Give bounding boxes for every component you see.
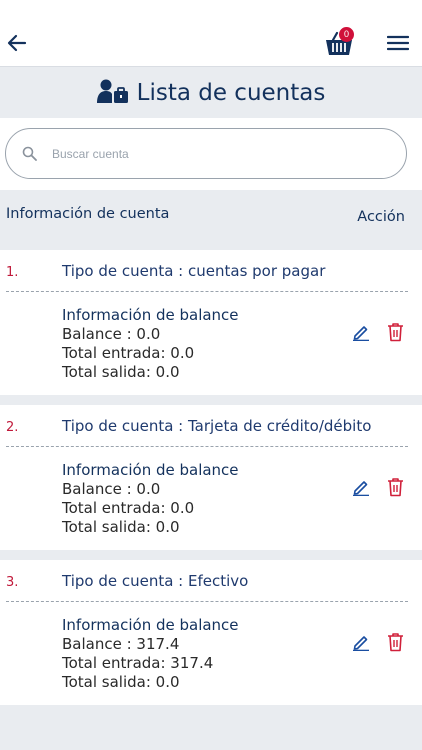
column-header-info: Información de cuenta xyxy=(6,206,170,222)
table-header: Información de cuenta Acción xyxy=(0,190,422,250)
total-out-value: Total salida: 0.0 xyxy=(62,518,180,536)
total-in-value: Total entrada: 0.0 xyxy=(62,344,195,362)
top-app-bar: 0 xyxy=(0,0,422,67)
page-title-bar: Lista de cuentas xyxy=(0,68,422,118)
search-icon xyxy=(22,146,37,161)
balance-value: Balance : 0.0 xyxy=(62,480,161,498)
dashed-divider xyxy=(6,446,408,447)
balance-title: Información de balance xyxy=(62,306,239,324)
account-card: 1. Tipo de cuenta : cuentas por pagar In… xyxy=(0,250,422,395)
account-index: 3. xyxy=(6,575,19,590)
balance-value: Balance : 0.0 xyxy=(62,325,161,343)
account-index: 2. xyxy=(6,420,19,435)
user-briefcase-icon xyxy=(96,79,128,103)
trash-icon[interactable] xyxy=(387,322,404,342)
total-out-value: Total salida: 0.0 xyxy=(62,363,180,381)
pencil-icon[interactable] xyxy=(352,633,370,651)
pencil-icon[interactable] xyxy=(352,323,370,341)
search-input[interactable] xyxy=(52,142,392,166)
total-in-value: Total entrada: 317.4 xyxy=(62,654,214,672)
search-box[interactable] xyxy=(5,128,407,179)
account-card: 2. Tipo de cuenta : Tarjeta de crédito/d… xyxy=(0,405,422,550)
account-type: Tipo de cuenta : cuentas por pagar xyxy=(62,262,326,280)
cart-count-badge: 0 xyxy=(339,27,354,42)
balance-title: Información de balance xyxy=(62,616,239,634)
account-type: Tipo de cuenta : Tarjeta de crédito/débi… xyxy=(62,417,372,435)
dashed-divider xyxy=(6,601,408,602)
hamburger-menu-icon[interactable] xyxy=(387,34,409,52)
column-header-action: Acción xyxy=(357,209,405,225)
total-in-value: Total entrada: 0.0 xyxy=(62,499,195,517)
balance-title: Información de balance xyxy=(62,461,239,479)
dashed-divider xyxy=(6,291,408,292)
account-type: Tipo de cuenta : Efectivo xyxy=(62,572,249,590)
page-title: Lista de cuentas xyxy=(136,80,326,106)
account-index: 1. xyxy=(6,265,19,280)
account-card: 3. Tipo de cuenta : Efectivo Información… xyxy=(0,560,422,705)
trash-icon[interactable] xyxy=(387,477,404,497)
balance-value: Balance : 317.4 xyxy=(62,635,180,653)
search-section xyxy=(0,118,422,190)
pencil-icon[interactable] xyxy=(352,478,370,496)
trash-icon[interactable] xyxy=(387,632,404,652)
total-out-value: Total salida: 0.0 xyxy=(62,673,180,691)
back-arrow-icon[interactable] xyxy=(6,32,28,54)
